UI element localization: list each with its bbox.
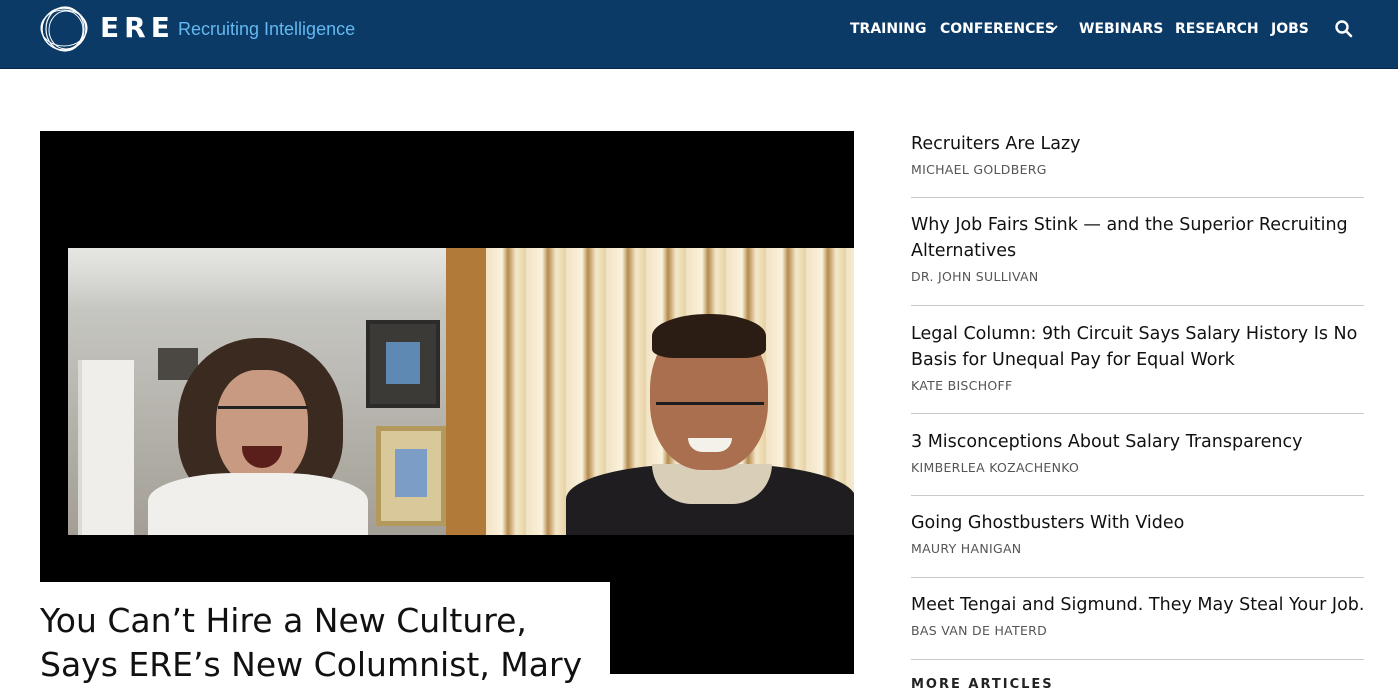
article-author[interactable]: BAS VAN DE HATERD (911, 622, 1364, 640)
nav-conferences[interactable]: CONFERENCES (940, 19, 1055, 39)
list-item[interactable]: Why Job Fairs Stink — and the Superior R… (911, 212, 1364, 306)
article-title[interactable]: Meet Tengai and Sigmund. They May Steal … (911, 592, 1364, 618)
list-item[interactable]: Legal Column: 9th Circuit Says Salary Hi… (911, 321, 1364, 414)
list-item[interactable]: 3 Misconceptions About Salary Transparen… (911, 429, 1364, 496)
featured-article-image[interactable]: You Can’t Hire a New Culture, Says ERE’s… (40, 131, 854, 684)
article-title[interactable]: Recruiters Are Lazy (911, 131, 1364, 157)
nav-training[interactable]: TRAINING (850, 19, 927, 39)
article-title[interactable]: Going Ghostbusters With Video (911, 510, 1364, 536)
nav-research[interactable]: RESEARCH (1175, 19, 1259, 39)
more-articles-link[interactable]: MORE ARTICLES (911, 676, 1054, 694)
site-header: ERE Recruiting Intelligence TRAINING CON… (0, 0, 1398, 69)
main-nav: TRAINING CONFERENCES WEBINARS RESEARCH J… (0, 0, 1398, 69)
list-item[interactable]: Meet Tengai and Sigmund. They May Steal … (911, 592, 1364, 660)
article-title[interactable]: 3 Misconceptions About Salary Transparen… (911, 429, 1364, 455)
article-author[interactable]: MICHAEL GOLDBERG (911, 161, 1364, 179)
article-author[interactable]: DR. JOHN SULLIVAN (911, 268, 1364, 286)
video-participant-right (446, 248, 854, 535)
article-author[interactable]: KIMBERLEA KOZACHENKO (911, 459, 1364, 477)
article-title[interactable]: Why Job Fairs Stink — and the Superior R… (911, 212, 1361, 264)
nav-webinars[interactable]: WEBINARS (1079, 19, 1163, 39)
list-item[interactable]: Going Ghostbusters With Video MAURY HANI… (911, 510, 1364, 578)
article-author[interactable]: MAURY HANIGAN (911, 540, 1364, 558)
hero-article-title[interactable]: You Can’t Hire a New Culture, Says ERE’s… (40, 599, 600, 687)
hero-title-card: You Can’t Hire a New Culture, Says ERE’s… (40, 582, 610, 684)
video-call-photo (40, 248, 854, 535)
search-icon[interactable] (1334, 19, 1354, 39)
nav-jobs[interactable]: JOBS (1271, 19, 1309, 39)
article-author[interactable]: KATE BISCHOFF (911, 377, 1364, 395)
video-participant-left (68, 248, 446, 535)
article-title[interactable]: Legal Column: 9th Circuit Says Salary Hi… (911, 321, 1361, 373)
chevron-down-icon[interactable] (1047, 22, 1059, 34)
list-item[interactable]: Recruiters Are Lazy MICHAEL GOLDBERG (911, 131, 1364, 198)
